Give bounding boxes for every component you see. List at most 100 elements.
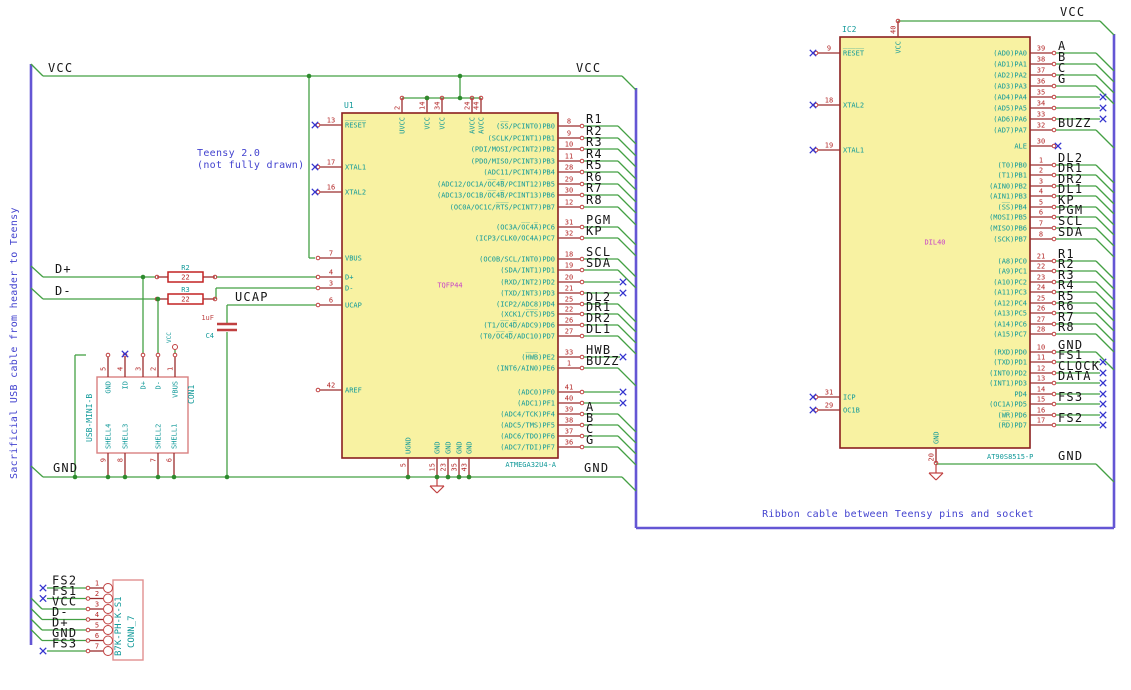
pin-end — [1051, 172, 1057, 178]
net-label: DL1 — [586, 322, 611, 336]
pin-number: 36 — [1037, 78, 1045, 86]
pin-name: (A15)PC7 — [993, 331, 1027, 339]
pin-number: 2 — [95, 590, 99, 598]
wire — [617, 335, 637, 355]
pin-number: 39 — [1037, 45, 1045, 53]
pin-name: (INT0)PD2 — [989, 370, 1027, 378]
wire — [1095, 312, 1115, 332]
pin-end — [85, 627, 91, 633]
gnd-symbol-icon — [928, 472, 937, 481]
pin-number: 6 — [1039, 209, 1043, 217]
pin-name: (RXD/INT2)PD2 — [500, 279, 555, 287]
pin-number: 22 — [565, 306, 573, 314]
pin-end — [1051, 370, 1057, 376]
pin-end — [1051, 422, 1057, 428]
wire — [617, 413, 637, 433]
pin-number: 7 — [1039, 220, 1043, 228]
pin-name: XTAL1 — [345, 164, 366, 172]
pin-number: 21 — [1037, 253, 1045, 261]
pin-end — [579, 204, 585, 210]
pin-name: XTAL2 — [843, 102, 864, 110]
pin-number: 27 — [1037, 316, 1045, 324]
pin-end — [579, 235, 585, 241]
wire — [617, 258, 637, 278]
pin-end — [85, 648, 91, 654]
wire — [1095, 63, 1115, 83]
pin-number: 5 — [100, 367, 108, 371]
pin-number: 9 — [100, 458, 108, 462]
pin-name: (ICP3/CLK0/OC4A)PC7 — [475, 235, 555, 243]
pin-name: (ADC0)PF0 — [517, 389, 555, 397]
header-pin-socket — [103, 614, 113, 625]
pin-number: 4 — [329, 269, 333, 277]
wire — [617, 424, 637, 444]
wire — [1095, 291, 1115, 311]
pin-name: (TXD)PD1 — [993, 359, 1027, 367]
vcc-power-icon — [172, 344, 178, 350]
pin-name: ALE — [1014, 143, 1027, 151]
header-pin-socket — [103, 604, 113, 614]
pin-end — [1051, 143, 1057, 149]
pin-number: 43 — [461, 463, 469, 471]
wire — [1095, 129, 1115, 149]
pin-number: 8 — [117, 458, 125, 462]
pin-name: GND — [445, 441, 453, 454]
pin-number: 36 — [565, 439, 573, 447]
pin-number: 7 — [150, 458, 158, 462]
pin-number: 30 — [565, 187, 573, 195]
pin-name: (T1)PB1 — [997, 172, 1027, 180]
pin-number: 9 — [827, 45, 831, 53]
wire — [1095, 195, 1115, 215]
pin-name: (AD4)PA4 — [993, 94, 1027, 102]
wire — [617, 367, 637, 387]
header-pin-socket — [103, 625, 113, 635]
wire — [617, 324, 637, 344]
pin-name: (ADC7/TDI)PF7 — [500, 444, 555, 452]
wire-junction — [445, 474, 451, 480]
net-label: GND — [1058, 449, 1083, 463]
header-pin-socket — [103, 593, 113, 604]
header-pin-socket — [103, 583, 113, 593]
pin-end — [579, 158, 585, 164]
wire — [30, 465, 44, 478]
pin-number: 30 — [1037, 138, 1045, 146]
pin-name: (A14)PC6 — [993, 321, 1027, 329]
note-teensy-line1: Teensy 2.0 — [197, 148, 260, 159]
pin-name: (ADC13/OC1B/O̅C̅4̅B̅/PCINT13)PB6 — [437, 190, 555, 199]
pin-name: D- — [345, 285, 353, 293]
pin-name: PD4 — [1014, 391, 1027, 399]
usb-connector-ref: CON1 — [187, 385, 196, 404]
pin-name: SHELL2 — [155, 424, 163, 449]
pin-end — [1051, 412, 1057, 418]
pin-name: (OC1A)PD5 — [989, 401, 1027, 409]
pin-number: 25 — [565, 296, 573, 304]
pin-number: 29 — [825, 402, 833, 410]
pin-end — [579, 146, 585, 152]
wire — [30, 287, 44, 300]
pin-name: AREF — [345, 387, 362, 395]
wire — [1095, 185, 1115, 205]
pin-number: 41 — [565, 384, 573, 392]
wire — [1095, 227, 1115, 247]
pin-number: 31 — [825, 389, 833, 397]
pin-number: 13 — [1037, 375, 1045, 383]
pin-end — [1051, 349, 1057, 355]
wire — [1095, 164, 1115, 184]
pin-number: 26 — [1037, 305, 1045, 313]
pin-end — [1051, 289, 1057, 295]
pin-end — [1051, 61, 1057, 67]
net-label: D+ — [55, 262, 72, 276]
pin-end — [579, 444, 585, 450]
pin-end — [579, 411, 585, 417]
pin-number: 17 — [1037, 417, 1045, 425]
wire-junction — [171, 474, 177, 480]
pin-number: 40 — [890, 26, 898, 34]
pin-name: (AD7)PA7 — [993, 127, 1027, 135]
pin-end — [579, 365, 585, 371]
pin-end — [1051, 94, 1057, 100]
pin-name: (SCK)PB7 — [993, 236, 1027, 244]
pin-name: D+ — [140, 381, 148, 389]
pin-number: 31 — [565, 219, 573, 227]
wire — [1095, 74, 1115, 94]
gnd-symbol-icon — [436, 485, 445, 494]
